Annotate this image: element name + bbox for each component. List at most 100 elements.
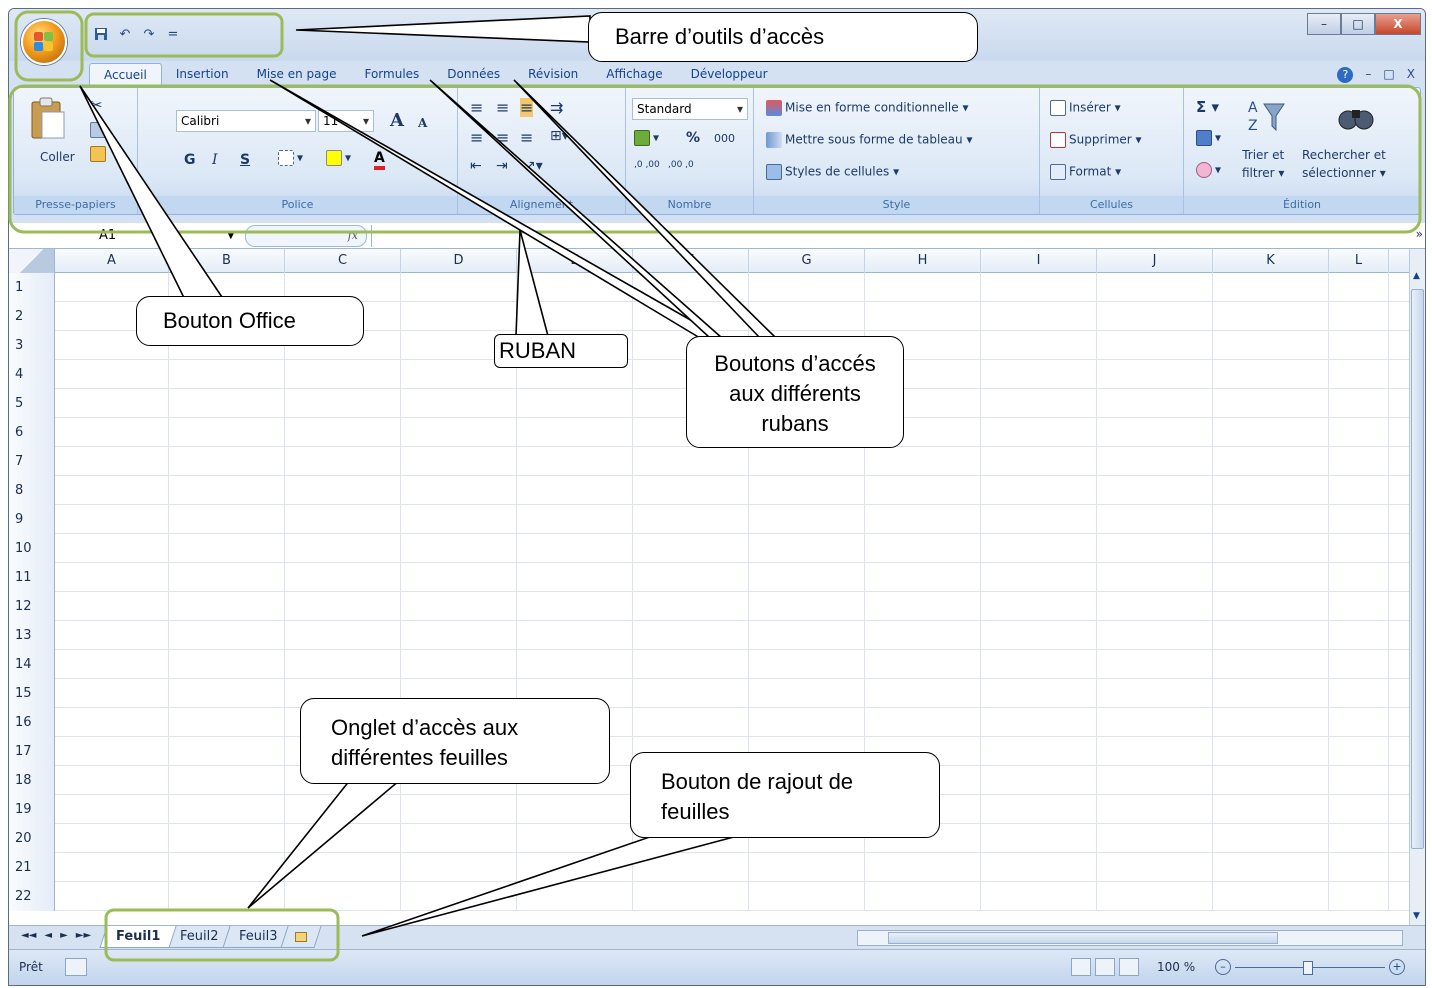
delete-cells-button[interactable]: Supprimer ▾ [1050, 132, 1142, 148]
cell[interactable] [1097, 534, 1213, 562]
format-cells-button[interactable]: Format ▾ [1050, 164, 1121, 180]
cell[interactable] [169, 708, 285, 736]
cell[interactable] [1213, 679, 1329, 707]
cell[interactable] [285, 447, 401, 475]
align-right-icon[interactable]: ≡ [520, 128, 533, 147]
redo-icon[interactable]: ↷ [139, 25, 159, 43]
cell[interactable] [749, 679, 865, 707]
cell[interactable] [169, 389, 285, 417]
cell[interactable] [401, 592, 517, 620]
cell[interactable] [517, 853, 633, 881]
expand-formula-icon[interactable]: » [1416, 227, 1423, 241]
close-button[interactable]: X [1375, 13, 1421, 35]
cell[interactable] [517, 563, 633, 591]
cell[interactable] [865, 534, 981, 562]
find-select-button[interactable]: Rechercher et sélectionner ▾ [1302, 146, 1386, 182]
bold-button[interactable]: G [184, 152, 196, 168]
cell[interactable] [749, 447, 865, 475]
cell[interactable] [1213, 418, 1329, 446]
column-header-i[interactable]: I [981, 249, 1097, 273]
cell[interactable] [1329, 476, 1389, 504]
customize-icon[interactable]: = [163, 25, 183, 43]
cell[interactable] [1097, 447, 1213, 475]
cell[interactable] [633, 476, 749, 504]
cell[interactable] [1097, 766, 1213, 794]
cell[interactable] [749, 534, 865, 562]
cell[interactable] [285, 621, 401, 649]
scroll-down-icon[interactable]: ▼ [1413, 911, 1420, 921]
cell[interactable] [401, 389, 517, 417]
name-box[interactable]: A1 ▼ [9, 225, 249, 247]
cell[interactable] [981, 650, 1097, 678]
cell[interactable] [285, 360, 401, 388]
number-format-select[interactable]: Standard ▾ [632, 98, 748, 120]
zoom-level[interactable]: 100 % [1157, 960, 1195, 974]
cell[interactable] [749, 853, 865, 881]
cell[interactable] [169, 824, 285, 852]
cell[interactable] [1329, 273, 1389, 301]
cell[interactable] [517, 273, 633, 301]
cell[interactable] [633, 708, 749, 736]
row-header[interactable]: 2 [9, 302, 55, 331]
cell[interactable] [1329, 853, 1389, 881]
cell[interactable] [865, 853, 981, 881]
row-header[interactable]: 14 [9, 650, 55, 679]
cell[interactable] [169, 737, 285, 765]
formula-input[interactable] [371, 225, 1407, 247]
copy-icon[interactable] [90, 122, 109, 138]
cell[interactable] [1213, 476, 1329, 504]
find-select-icon[interactable] [1336, 96, 1376, 136]
cell[interactable] [633, 650, 749, 678]
cell[interactable] [981, 853, 1097, 881]
cell[interactable] [865, 302, 981, 330]
cell[interactable] [749, 302, 865, 330]
cell[interactable] [285, 389, 401, 417]
cell[interactable] [981, 621, 1097, 649]
cell[interactable] [981, 592, 1097, 620]
row-header[interactable]: 1 [9, 273, 55, 302]
cell[interactable] [1213, 563, 1329, 591]
cell[interactable] [169, 476, 285, 504]
cell[interactable] [517, 592, 633, 620]
horizontal-scroll-thumb[interactable] [888, 932, 1278, 944]
increase-indent-icon[interactable]: ⇥ [496, 158, 508, 174]
cell[interactable] [517, 476, 633, 504]
cell[interactable] [55, 766, 169, 794]
cell[interactable] [1213, 708, 1329, 736]
row-header[interactable]: 4 [9, 360, 55, 389]
row-header[interactable]: 15 [9, 679, 55, 708]
cell[interactable] [55, 389, 169, 417]
cell[interactable] [1097, 824, 1213, 852]
row-header[interactable]: 7 [9, 447, 55, 476]
align-left-icon[interactable]: ≡ [470, 128, 483, 147]
row-header[interactable]: 17 [9, 737, 55, 766]
shrink-font-button[interactable]: A [418, 116, 427, 130]
normal-view-icon[interactable] [1071, 958, 1091, 976]
cell[interactable] [981, 795, 1097, 823]
cell[interactable] [865, 447, 981, 475]
column-header-h[interactable]: H [865, 249, 981, 273]
office-button[interactable] [21, 19, 67, 65]
cell[interactable] [981, 360, 1097, 388]
column-header-a[interactable]: A [55, 249, 169, 273]
cell[interactable] [633, 882, 749, 910]
underline-button[interactable]: S [240, 152, 250, 168]
cell[interactable] [1213, 766, 1329, 794]
cell[interactable] [749, 650, 865, 678]
orientation-icon[interactable]: ↗▾ [524, 158, 543, 174]
cell[interactable] [517, 302, 633, 330]
cell[interactable] [1329, 302, 1389, 330]
cell[interactable] [981, 418, 1097, 446]
horizontal-scrollbar[interactable] [857, 930, 1403, 946]
cell[interactable] [1329, 563, 1389, 591]
scroll-up-icon[interactable]: ▲ [1413, 271, 1420, 281]
zoom-thumb[interactable] [1303, 961, 1313, 975]
cell[interactable] [1097, 273, 1213, 301]
cell[interactable] [401, 447, 517, 475]
cell[interactable] [633, 563, 749, 591]
tab-developpeur[interactable]: Développeur [677, 63, 782, 87]
insert-function-button[interactable]: fx [245, 225, 367, 247]
row-header[interactable]: 8 [9, 476, 55, 505]
cell[interactable] [401, 621, 517, 649]
cell[interactable] [1097, 679, 1213, 707]
